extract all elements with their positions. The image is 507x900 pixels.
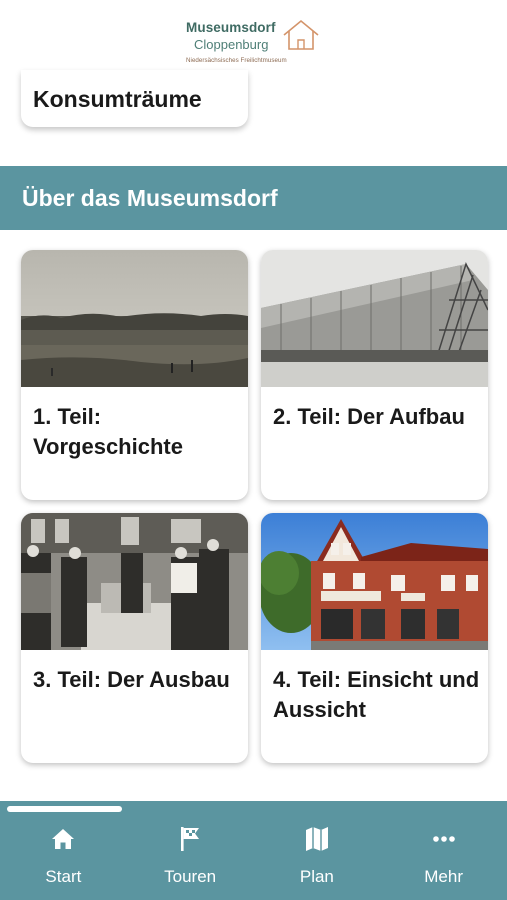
card-title: 2. Teil: Der Aufbau — [273, 404, 465, 429]
tab-label: Plan — [299, 867, 334, 886]
home-icon — [49, 825, 77, 853]
story-card-part-1[interactable]: 1. Teil: Vorgeschichte — [21, 250, 248, 500]
scroll-indicator — [7, 806, 122, 812]
bottom-tab-bar: Start Touren Plan Mehr — [0, 801, 507, 900]
museum-logo[interactable]: Museumsdorf Cloppenburg Niedersächsische… — [186, 18, 321, 68]
card-title: 1. Teil: Vorgeschichte — [33, 404, 183, 459]
card-title: 3. Teil: Der Ausbau — [33, 667, 230, 692]
logo-subtitle: Cloppenburg — [194, 37, 269, 52]
tab-label: Touren — [164, 867, 217, 886]
more-icon — [430, 825, 458, 853]
card-title: Konsumträume — [33, 86, 202, 112]
section-title: Über das Museumsdorf — [22, 185, 278, 211]
flag-icon — [176, 825, 204, 853]
app-header: Museumsdorf Cloppenburg Niedersächsische… — [0, 0, 507, 78]
historic-landscape-photo — [21, 250, 248, 387]
story-card-part-3[interactable]: 3. Teil: Der Ausbau — [21, 513, 248, 763]
brick-inn-photo — [261, 513, 488, 650]
tab-label: Start — [45, 867, 82, 886]
tab-plan[interactable]: Plan — [254, 801, 381, 900]
tab-touren[interactable]: Touren — [127, 801, 254, 900]
house-logo-icon — [283, 19, 319, 50]
card-title: 4. Teil: Einsicht und Aussicht — [273, 667, 480, 722]
tab-start[interactable]: Start — [0, 801, 127, 900]
tab-label: Mehr — [424, 867, 463, 886]
exhibition-card-konsumtraeume[interactable]: Konsumträume — [21, 70, 248, 127]
story-card-part-4[interactable]: 4. Teil: Einsicht und Aussicht — [261, 513, 488, 763]
barn-construction-photo — [261, 250, 488, 387]
logo-tagline: Niedersächsisches Freilichtmuseum — [186, 57, 287, 64]
logo-title: Museumsdorf — [186, 20, 276, 35]
map-icon — [303, 825, 331, 853]
workers-building-photo — [21, 513, 248, 650]
tab-mehr[interactable]: Mehr — [380, 801, 507, 900]
section-header: Über das Museumsdorf — [0, 166, 507, 230]
story-card-part-2[interactable]: 2. Teil: Der Aufbau — [261, 250, 488, 500]
